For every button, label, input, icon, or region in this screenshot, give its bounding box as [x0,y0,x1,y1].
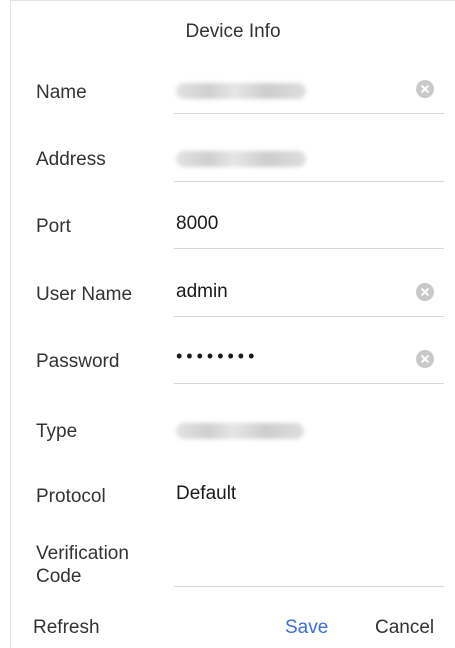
password-field[interactable]: •••••••• [174,339,444,384]
port-label: Port [36,216,71,237]
address-field[interactable] [174,137,444,182]
verification-code-label-line2: Code [36,566,82,587]
name-value-redacted [176,83,306,99]
password-label: Password [36,351,120,372]
address-value-redacted [176,151,306,167]
name-field[interactable] [174,69,444,114]
password-clear-icon[interactable] [416,350,434,368]
name-label: Name [36,82,87,103]
user-name-field[interactable]: admin [174,272,444,317]
save-button[interactable]: Save [285,617,328,639]
type-field[interactable] [174,409,444,453]
cancel-button[interactable]: Cancel [375,617,434,639]
type-label: Type [36,421,78,442]
type-value-redacted [176,423,304,439]
name-clear-icon[interactable] [416,80,434,98]
user-name-label: User Name [36,284,133,305]
protocol-value: Default [176,483,237,504]
port-field[interactable]: 8000 [174,204,444,249]
dialog-title: Device Info [185,21,281,42]
address-label: Address [36,149,106,170]
device-info-dialog: Device Info Name Address Port 8000 User … [10,0,455,648]
refresh-button[interactable]: Refresh [33,617,100,639]
protocol-label: Protocol [36,486,106,507]
port-value: 8000 [176,213,219,234]
user-name-clear-icon[interactable] [416,283,434,301]
verification-code-label: Verification Code [36,542,129,588]
verification-code-field[interactable] [174,542,444,587]
user-name-value: admin [176,281,228,302]
password-value: •••••••• [176,346,259,366]
verification-code-label-line1: Verification [36,543,129,564]
protocol-field[interactable]: Default [174,474,444,518]
